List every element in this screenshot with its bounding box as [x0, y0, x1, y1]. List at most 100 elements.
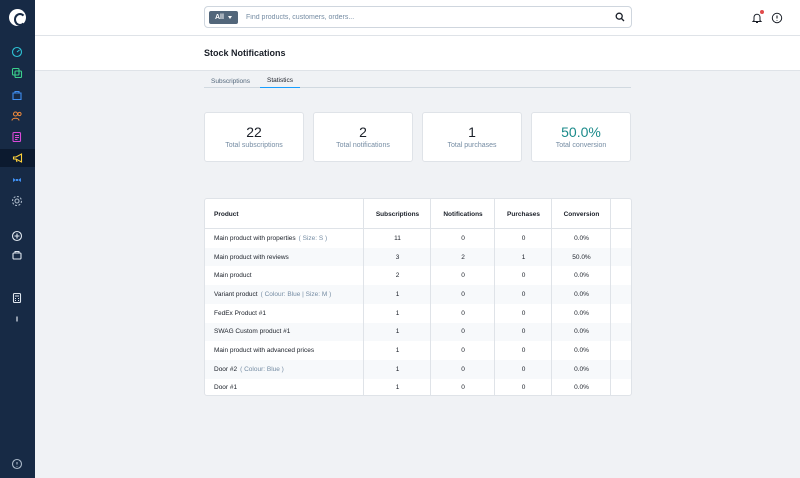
- stat-label: Total conversion: [555, 142, 607, 149]
- table-header: Product Subscriptions Notifications Purc…: [205, 199, 631, 229]
- conversion-cell: 0.0%: [574, 365, 589, 373]
- settings-icon[interactable]: [11, 195, 23, 207]
- product-name: Main product with advanced prices: [214, 347, 315, 355]
- table-row[interactable]: Main product with properties( Size: S ) 1…: [205, 229, 631, 248]
- stat-label: Total subscriptions: [225, 142, 283, 149]
- notifications-cell: 2: [461, 253, 465, 261]
- purchases-cell: 0: [521, 290, 526, 298]
- info-icon[interactable]: [11, 313, 23, 325]
- purchases-cell: 1: [521, 253, 526, 261]
- purchases-cell: 0: [521, 347, 526, 355]
- subscriptions-cell: 1: [395, 365, 400, 373]
- purchases-cell: 0: [521, 384, 526, 392]
- shop-icon[interactable]: [11, 249, 23, 261]
- product-name: SWAG Custom product #1: [214, 328, 291, 336]
- orders-icon[interactable]: [11, 89, 23, 101]
- search-type-select[interactable]: All: [209, 11, 238, 24]
- calculator-icon[interactable]: [11, 292, 23, 304]
- purchases-cell: 0: [521, 272, 526, 280]
- stat-card-notifications: 2 Total notifications: [313, 112, 413, 162]
- global-search: All: [204, 6, 632, 28]
- notifications-cell: 0: [461, 365, 465, 373]
- table-row[interactable]: Door #1 1 0 0 0.0%: [205, 379, 631, 395]
- conversion-cell: 0.0%: [574, 309, 589, 317]
- product-cell: Door #1: [214, 379, 238, 395]
- subscriptions-cell: 1: [395, 347, 400, 355]
- purchases-cell: 0: [521, 309, 526, 317]
- subscriptions-cell: 2: [395, 272, 400, 280]
- extensions-icon[interactable]: [11, 174, 23, 186]
- product-variant: ( Colour: Blue ): [240, 365, 284, 373]
- conversion-cell: 0.0%: [574, 347, 589, 355]
- stat-card-conversion: 50.0% Total conversion: [531, 112, 631, 162]
- column-header-subscriptions[interactable]: Subscriptions: [364, 199, 431, 229]
- conversion-cell: 50.0%: [572, 253, 591, 261]
- shopware-logo-icon[interactable]: [9, 9, 26, 26]
- tab-statistics[interactable]: Statistics: [260, 74, 301, 88]
- add-icon[interactable]: [11, 230, 23, 242]
- table-row[interactable]: Main product with reviews 3 2 1 50.0%: [205, 247, 631, 267]
- notifications-cell: 0: [461, 309, 465, 317]
- column-header-purchases[interactable]: Purchases: [495, 199, 552, 229]
- stat-label: Total purchases: [447, 142, 497, 149]
- table-row[interactable]: FedEx Product #1 1 0 0 0.0%: [205, 304, 631, 323]
- subscriptions-cell: 1: [395, 328, 400, 336]
- stat-value: 1: [468, 124, 476, 140]
- page-title: Stock Notifications: [204, 48, 286, 58]
- column-divider: [363, 199, 364, 395]
- content-icon[interactable]: [11, 131, 23, 143]
- stat-card-purchases: 1 Total purchases: [422, 112, 522, 162]
- product-cell: Main product: [214, 266, 252, 285]
- column-header-notifications[interactable]: Notifications: [431, 199, 495, 229]
- statistics-table: Product Subscriptions Notifications Purc…: [204, 198, 632, 396]
- marketing-icon[interactable]: [0, 149, 35, 167]
- catalog-icon[interactable]: [11, 67, 23, 79]
- search-icon[interactable]: [615, 12, 625, 22]
- notifications-cell: 0: [461, 234, 465, 242]
- notifications-button[interactable]: [751, 10, 764, 23]
- table-row[interactable]: Main product 2 0 0 0.0%: [205, 266, 631, 285]
- search-input[interactable]: [246, 11, 606, 24]
- product-name: Door #2: [214, 365, 238, 373]
- column-header-product[interactable]: Product: [214, 199, 239, 229]
- customers-icon[interactable]: [11, 110, 23, 122]
- conversion-cell: 0.0%: [574, 272, 589, 280]
- product-name: Door #1: [214, 384, 238, 392]
- subscriptions-cell: 1: [395, 290, 400, 298]
- product-cell: Main product with reviews: [214, 248, 289, 267]
- conversion-cell: 0.0%: [574, 328, 589, 336]
- product-name: Main product with reviews: [214, 253, 289, 261]
- topbar: All: [35, 0, 800, 36]
- product-cell: Main product with properties( Size: S ): [214, 229, 327, 248]
- tab-bar: Subscriptions Statistics: [204, 72, 631, 88]
- purchases-cell: 0: [521, 234, 526, 242]
- product-cell: SWAG Custom product #1: [214, 323, 290, 342]
- table-row[interactable]: Door #2( Colour: Blue ) 1 0 0 0.0%: [205, 359, 631, 379]
- subscriptions-cell: 3: [395, 253, 400, 261]
- help-circle-icon[interactable]: [11, 458, 23, 470]
- product-cell: Main product with advanced prices: [214, 341, 314, 360]
- column-divider: [430, 199, 431, 395]
- table-row[interactable]: SWAG Custom product #1 1 0 0 0.0%: [205, 322, 631, 342]
- column-divider: [494, 199, 495, 395]
- column-header-conversion[interactable]: Conversion: [552, 199, 611, 229]
- product-name: FedEx Product #1: [214, 309, 267, 317]
- tab-subscriptions[interactable]: Subscriptions: [204, 74, 257, 88]
- help-button[interactable]: [771, 11, 783, 24]
- search-type-label: All: [215, 14, 224, 21]
- table-row[interactable]: Variant product( Colour: Blue | Size: M …: [205, 285, 631, 304]
- conversion-cell: 0.0%: [574, 234, 589, 242]
- conversion-cell: 0.0%: [574, 384, 589, 392]
- subscriptions-cell: 1: [395, 384, 400, 392]
- product-variant: ( Colour: Blue | Size: M ): [260, 290, 332, 298]
- stat-value: 50.0%: [561, 124, 601, 140]
- table-row[interactable]: Main product with advanced prices 1 0 0 0.0%: [205, 341, 631, 360]
- notifications-cell: 0: [461, 272, 465, 280]
- product-name: Main product: [214, 272, 252, 280]
- subscriptions-cell: 1: [395, 309, 400, 317]
- page-header: Stock Notifications: [35, 36, 800, 71]
- product-name: Variant product: [214, 290, 258, 298]
- dashboard-icon[interactable]: [11, 46, 23, 58]
- conversion-cell: 0.0%: [574, 290, 589, 298]
- column-divider: [551, 199, 552, 395]
